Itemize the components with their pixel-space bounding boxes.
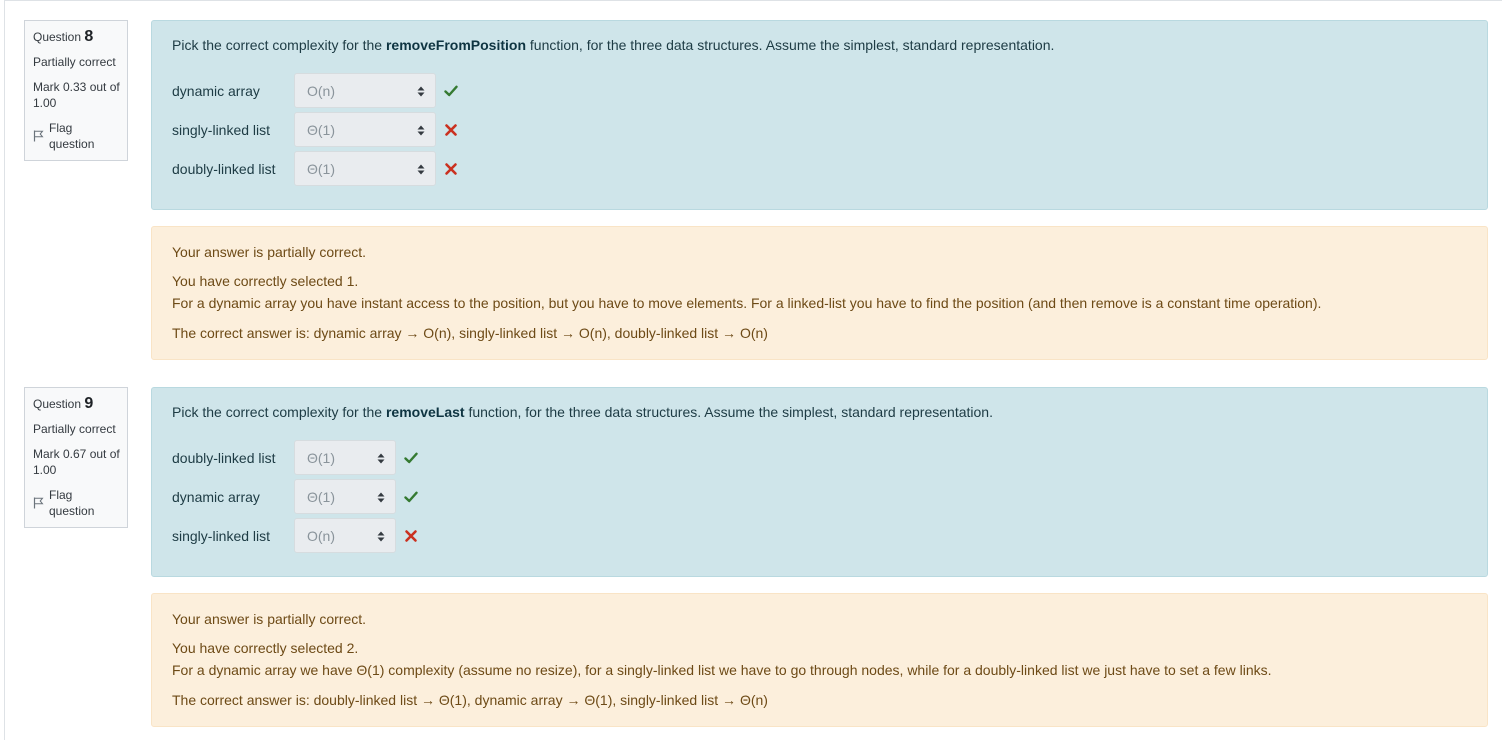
answer-select[interactable]: O(n) (294, 73, 436, 108)
feedback-summary: Your answer is partially correct. (172, 244, 367, 260)
select-value: Θ(1) (307, 160, 335, 177)
question-state: Partially correct (33, 422, 116, 436)
sort-arrows-icon (377, 531, 385, 542)
feedback-summary: Your answer is partially correct. (172, 611, 367, 627)
check-icon (444, 84, 458, 98)
flag-question-label: Flag question (49, 121, 95, 151)
flag-outline-icon (33, 130, 44, 142)
question-formulation: Pick the correct complexity for the remo… (151, 387, 1488, 577)
answer-row-label: singly-linked list (172, 121, 271, 138)
flag-question-link[interactable]: Flag question (33, 487, 120, 519)
check-icon (404, 451, 418, 465)
feedback-correct-answer: The correct answer is: doubly-linked lis… (172, 692, 768, 708)
select-value: O(n) (307, 82, 335, 99)
answer-select[interactable]: Θ(1) (294, 440, 396, 475)
flag-question-label: Flag question (49, 488, 95, 518)
question-number: Question 9 (33, 395, 94, 412)
answer-row-label: doubly-linked list (172, 449, 276, 466)
question-content: Pick the correct complexity for the remo… (151, 20, 1488, 360)
question-text: Pick the correct complexity for the remo… (172, 404, 993, 420)
question-grade: Mark 0.33 out of 1.00 (33, 80, 120, 110)
select-value: Θ(1) (307, 449, 335, 466)
check-icon (404, 490, 418, 504)
answer-select[interactable]: O(n) (294, 518, 396, 553)
question-text: Pick the correct complexity for the remo… (172, 37, 1055, 53)
answer-row-label: singly-linked list (172, 527, 271, 544)
question-info: Question 8 Partially correct Mark 0.33 o… (24, 20, 128, 161)
sort-arrows-icon (377, 453, 385, 464)
feedback-explanation: For a dynamic array you have instant acc… (172, 295, 1322, 311)
answer-row: singly-linked list Θ(1) (172, 112, 1467, 147)
question-formulation: Pick the correct complexity for the remo… (151, 20, 1488, 210)
feedback-box: Your answer is partially correct. You ha… (151, 226, 1488, 360)
answer-row-label: doubly-linked list (172, 160, 276, 177)
select-value: O(n) (307, 527, 335, 544)
question-number: Question 8 (33, 28, 94, 45)
answer-select[interactable]: Θ(1) (294, 112, 436, 147)
feedback-selected-count: You have correctly selected 2. (172, 640, 359, 656)
sort-arrows-icon (417, 164, 425, 175)
question-grade: Mark 0.67 out of 1.00 (33, 447, 120, 477)
flag-question-link[interactable]: Flag question (33, 120, 120, 152)
feedback-explanation: For a dynamic array we have Θ(1) complex… (172, 662, 1272, 678)
question-content: Pick the correct complexity for the remo… (151, 387, 1488, 727)
answer-row-label: dynamic array (172, 488, 260, 505)
feedback-box: Your answer is partially correct. You ha… (151, 593, 1488, 727)
answer-row: singly-linked list O(n) (172, 518, 1467, 553)
answer-row: dynamic array Θ(1) (172, 479, 1467, 514)
sort-arrows-icon (417, 86, 425, 97)
answer-row: dynamic array O(n) (172, 73, 1467, 108)
function-name: removeFromPosition (385, 37, 526, 53)
question-info: Question 9 Partially correct Mark 0.67 o… (24, 387, 128, 528)
cross-icon (444, 162, 458, 176)
feedback-correct-answer: The correct answer is: dynamic array → O… (172, 325, 768, 341)
answer-row-label: dynamic array (172, 82, 260, 99)
select-value: Θ(1) (307, 488, 335, 505)
cross-icon (404, 529, 418, 543)
answer-row: doubly-linked list Θ(1) (172, 151, 1467, 186)
answer-row: doubly-linked list Θ(1) (172, 440, 1467, 475)
sort-arrows-icon (377, 492, 385, 503)
answer-select[interactable]: Θ(1) (294, 479, 396, 514)
question-state: Partially correct (33, 55, 116, 69)
cross-icon (444, 123, 458, 137)
feedback-selected-count: You have correctly selected 1. (172, 273, 359, 289)
flag-outline-icon (33, 497, 44, 509)
function-name: removeLast (385, 404, 465, 420)
select-value: Θ(1) (307, 121, 335, 138)
sort-arrows-icon (417, 125, 425, 136)
answer-select[interactable]: Θ(1) (294, 151, 436, 186)
